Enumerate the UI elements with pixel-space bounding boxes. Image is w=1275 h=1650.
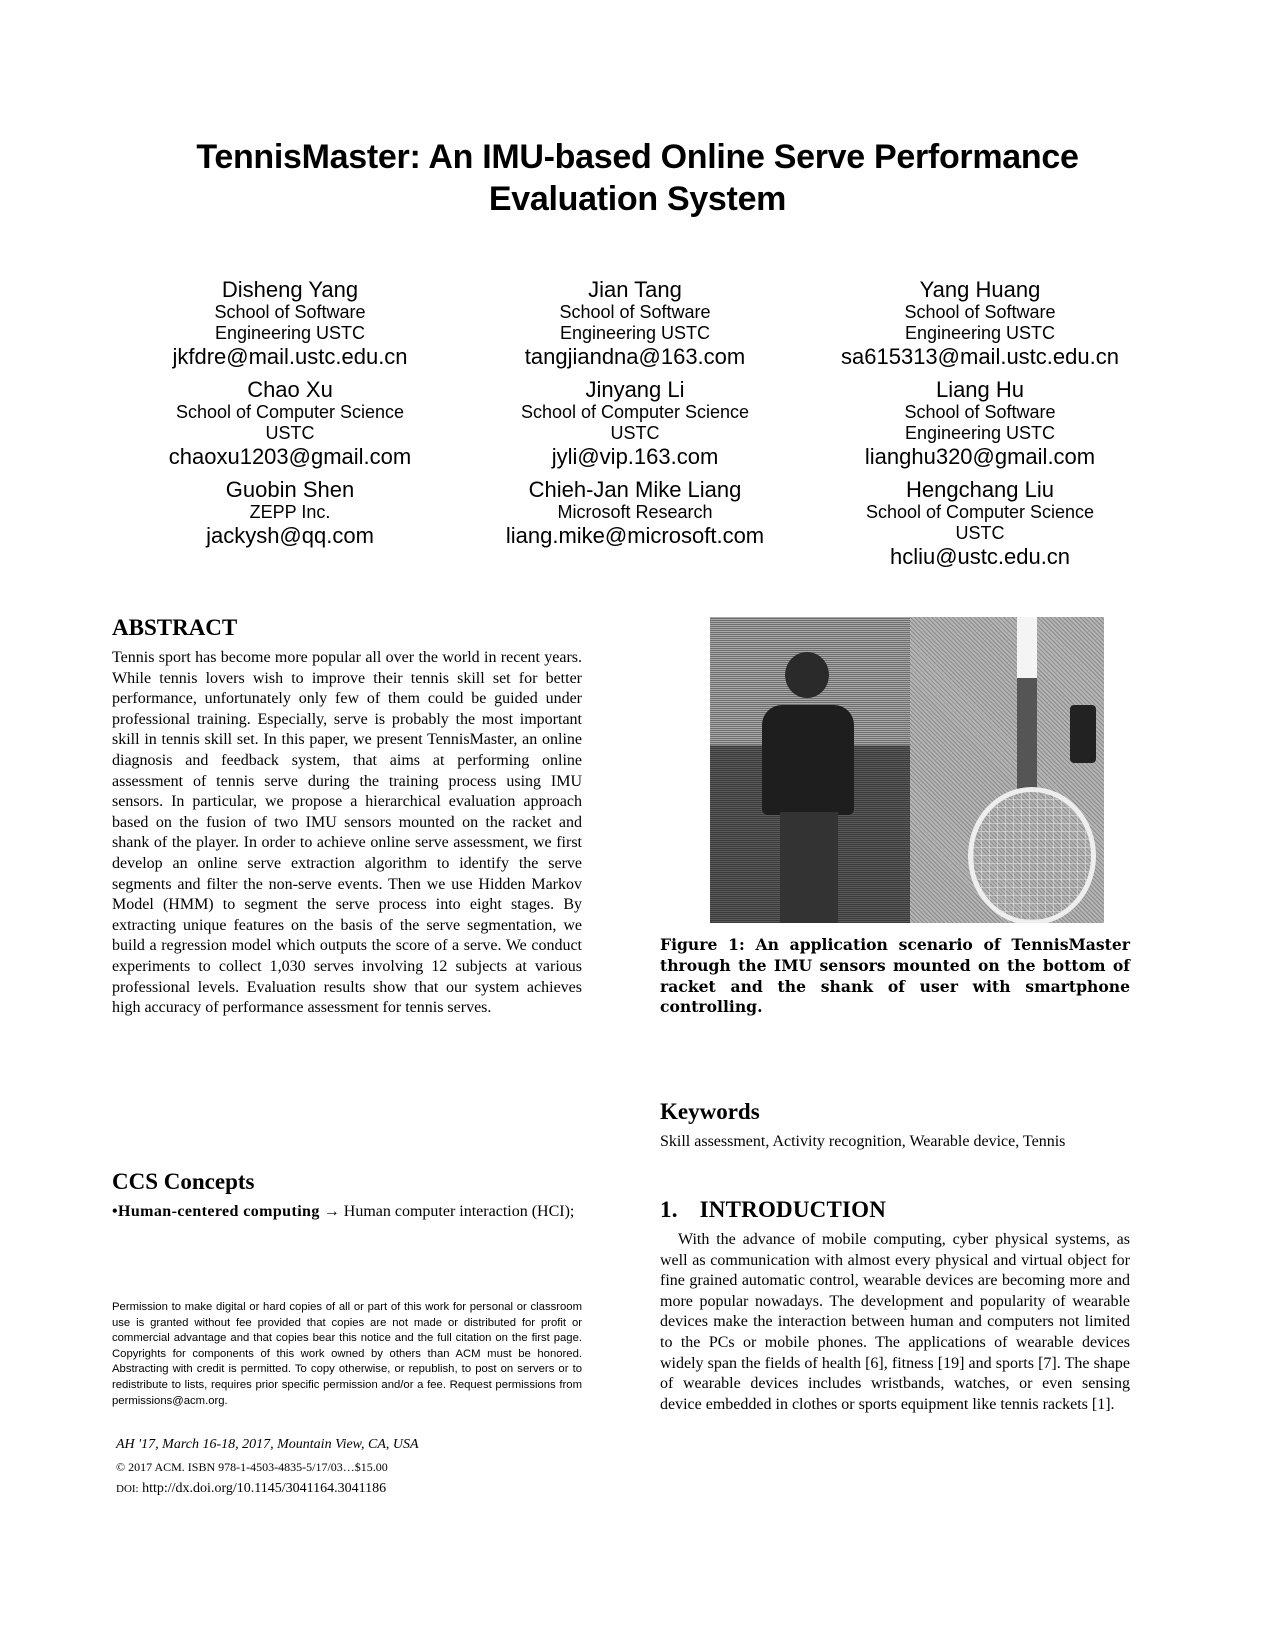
author-affiliation: Engineering USTC	[559, 323, 711, 343]
doi-link[interactable]: http://dx.doi.org/10.1145/3041164.304118…	[139, 1481, 386, 1496]
introduction-text: With the advance of mobile computing, cy…	[660, 1231, 1130, 1413]
conference-venue: AH '17, March 16-18, 2017, Mountain View…	[116, 1437, 419, 1452]
abstract-text: Tennis sport has become more popular all…	[112, 649, 582, 1017]
author-affiliation: School of Computer Science	[175, 402, 405, 422]
racket-head	[968, 787, 1096, 923]
keywords-text: Skill assessment, Activity recognition, …	[660, 1133, 1066, 1150]
author-affiliation: ZEPP Inc.	[249, 502, 331, 522]
player-head	[785, 652, 829, 698]
author: Yang Huang School of Software Engineerin…	[820, 278, 1140, 370]
player-legs	[780, 812, 838, 923]
photo-player	[710, 617, 910, 923]
author-name: Disheng Yang	[221, 277, 359, 302]
author-email: jkfdre@mail.ustc.edu.cn	[172, 344, 408, 369]
figure-1-caption: Figure 1: An application scenario of Ten…	[660, 935, 1130, 1017]
player-torso	[762, 705, 854, 815]
author: Hengchang Liu School of Computer Science…	[820, 478, 1140, 570]
author: Jian Tang School of Software Engineering…	[475, 278, 795, 370]
doi-label: DOI:	[116, 1483, 139, 1495]
abstract-heading: ABSTRACT	[112, 615, 238, 640]
author-affiliation: School of Software	[904, 402, 1056, 422]
author-row: Disheng Yang School of Software Engineer…	[130, 278, 1140, 370]
author-affiliation: Engineering USTC	[214, 323, 366, 343]
author-affiliation: Engineering USTC	[904, 323, 1056, 343]
keywords-heading: Keywords	[660, 1099, 760, 1124]
abstract-section: ABSTRACT Tennis sport has become more po…	[112, 614, 582, 1019]
author-name: Guobin Shen	[225, 477, 355, 502]
ccs-text: •Human-centered computing → Human comput…	[112, 1202, 582, 1223]
author-affiliation: School of Software	[559, 302, 711, 322]
author: Jinyang Li School of Computer Science US…	[475, 378, 795, 470]
author-affiliation: USTC	[265, 423, 315, 443]
author-email: tangjiandna@163.com	[524, 344, 746, 369]
author-name: Liang Hu	[935, 377, 1025, 402]
author-affiliation: Microsoft Research	[557, 502, 713, 522]
author-affiliation: School of Software	[904, 302, 1056, 322]
author-affiliation: USTC	[610, 423, 660, 443]
section-number: 1.	[660, 1197, 678, 1222]
racket-handle	[1017, 617, 1037, 792]
ccs-arrow: →	[319, 1203, 344, 1220]
paper-title: TennisMaster: An IMU-based Online Serve …	[100, 136, 1175, 220]
author-email: chaoxu1203@gmail.com	[168, 444, 412, 469]
author-email: hcliu@ustc.edu.cn	[889, 544, 1071, 569]
introduction-section: 1. INTRODUCTION With the advance of mobil…	[660, 1196, 1130, 1415]
author-name: Jian Tang	[588, 277, 682, 302]
author-block: Disheng Yang School of Software Engineer…	[130, 278, 1140, 578]
author: Guobin Shen ZEPP Inc. jackysh@qq.com	[130, 478, 450, 570]
copyright-isbn: © 2017 ACM. ISBN 978-1-4503-4835-5/17/03…	[116, 1460, 388, 1474]
figure-1-image	[710, 617, 1104, 923]
ccs-subterm: Human computer interaction (HCI);	[343, 1203, 575, 1220]
title-line-2: Evaluation System	[488, 180, 787, 218]
title-line-1: TennisMaster: An IMU-based Online Serve …	[196, 138, 1079, 176]
keywords-section: Keywords Skill assessment, Activity reco…	[660, 1098, 1130, 1153]
author-name: Jinyang Li	[585, 377, 685, 402]
author-email: liang.mike@microsoft.com	[505, 523, 765, 548]
author-affiliation: School of Computer Science	[520, 402, 750, 422]
author: Liang Hu School of Software Engineering …	[820, 378, 1140, 470]
author-email: jackysh@qq.com	[206, 523, 374, 548]
author-name: Hengchang Liu	[905, 477, 1054, 502]
author-name: Chao Xu	[247, 377, 333, 402]
author-affiliation: USTC	[955, 523, 1005, 543]
conference-info: AH '17, March 16-18, 2017, Mountain View…	[116, 1434, 586, 1500]
author: Disheng Yang School of Software Engineer…	[130, 278, 450, 370]
ccs-term: Human-centered computing	[118, 1203, 320, 1220]
author-name: Chieh-Jan Mike Liang	[528, 477, 742, 502]
author-name: Yang Huang	[919, 277, 1041, 302]
smartphone-sensor	[1070, 705, 1096, 763]
section-title: INTRODUCTION	[699, 1197, 887, 1222]
ccs-section: CCS Concepts •Human-centered computing →…	[112, 1168, 582, 1223]
author-affiliation: School of Software	[214, 302, 366, 322]
author: Chieh-Jan Mike Liang Microsoft Research …	[475, 478, 795, 570]
author-affiliation: Engineering USTC	[904, 423, 1056, 443]
author-email: sa615313@mail.ustc.edu.cn	[841, 344, 1119, 369]
introduction-heading: 1. INTRODUCTION	[660, 1196, 1130, 1224]
author-row: Chao Xu School of Computer Science USTC …	[130, 378, 1140, 470]
ccs-heading: CCS Concepts	[112, 1169, 255, 1194]
photo-racket	[910, 617, 1104, 923]
author-email: jyli@vip.163.com	[551, 444, 719, 469]
author-affiliation: School of Computer Science	[865, 502, 1095, 522]
author: Chao Xu School of Computer Science USTC …	[130, 378, 450, 470]
doi: DOI: http://dx.doi.org/10.1145/3041164.3…	[116, 1478, 586, 1500]
author-email: lianghu320@gmail.com	[864, 444, 1096, 469]
permission-notice: Permission to make digital or hard copie…	[112, 1301, 582, 1407]
author-row: Guobin Shen ZEPP Inc. jackysh@qq.com Chi…	[130, 478, 1140, 570]
